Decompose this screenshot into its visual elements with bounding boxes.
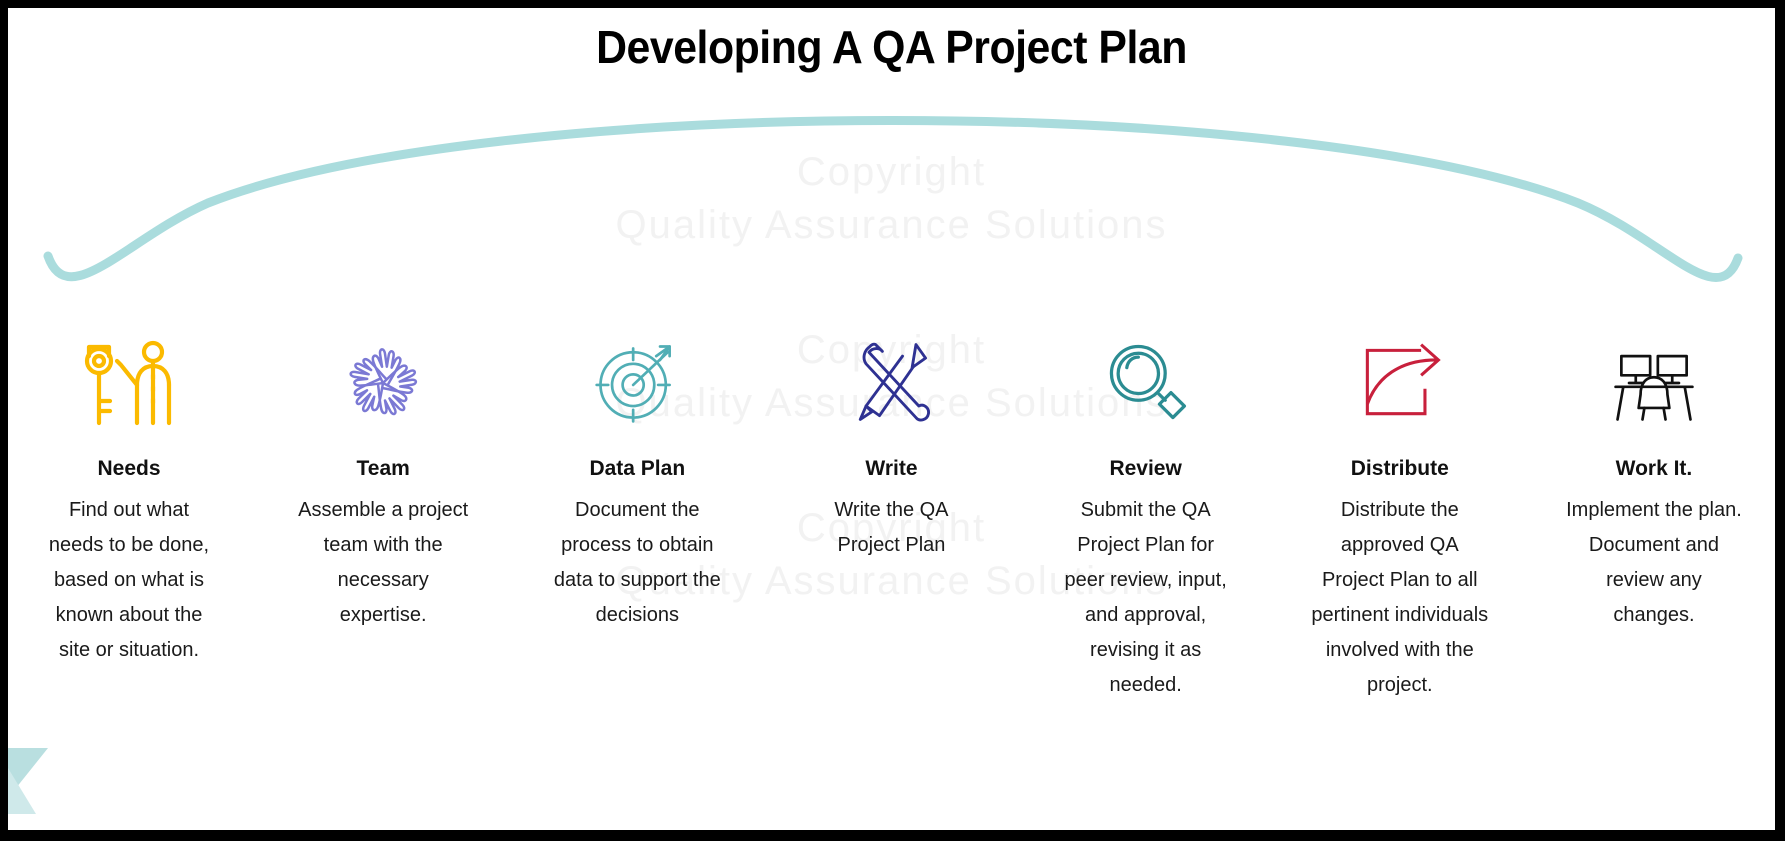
slide-canvas: Copyright Quality Assurance Solutions Co…: [8, 8, 1775, 830]
teamwork-hands-icon: [328, 333, 438, 433]
slide-title: Developing A QA Project Plan: [596, 21, 1187, 73]
step-body: Assemble a project team with the necessa…: [298, 499, 469, 627]
watermark-text: Quality Assurance Solutions: [615, 203, 1168, 247]
step-column-distribute: Distribute Distribute the approved QA Pr…: [1305, 333, 1495, 703]
step-body: Document the process to obtain data to s…: [553, 499, 721, 627]
step-column-write: Write Write the QA Project Plan: [796, 333, 986, 563]
wrench-and-pencil-icon: [836, 333, 946, 433]
step-body: Distribute the approved QA Project Plan …: [1311, 499, 1489, 697]
corner-accent-triangle-2: [8, 768, 36, 814]
magnifying-glass-icon: [1091, 333, 1201, 433]
corner-accent-triangle: [8, 748, 48, 798]
step-title: Needs: [97, 457, 161, 480]
target-arrow-icon: [582, 333, 692, 433]
step-title: Review: [1109, 457, 1182, 480]
workstation-desk-icon: [1599, 333, 1709, 433]
step-body: Write the QA Project Plan: [834, 499, 949, 557]
step-column-work-it: Work It. Implement the plan. Document an…: [1559, 333, 1749, 633]
slide-frame: Copyright Quality Assurance Solutions Co…: [0, 0, 1785, 841]
step-column-data-plan: Data Plan Document the process to obtain…: [542, 333, 732, 633]
step-body: Implement the plan. Document and review …: [1566, 499, 1742, 627]
step-column-review: Review Submit the QA Project Plan for pe…: [1051, 333, 1241, 703]
step-column-needs: Needs Find out what needs to be done, ba…: [34, 333, 224, 668]
step-body: Find out what needs to be done, based on…: [48, 499, 210, 662]
watermark-text: Copyright: [796, 150, 987, 194]
key-and-person-icon: [74, 333, 184, 433]
step-title: Team: [356, 457, 410, 480]
step-body: Submit the QA Project Plan for peer revi…: [1064, 499, 1227, 697]
step-title: Work It.: [1615, 457, 1693, 480]
step-title: Write: [865, 457, 918, 480]
share-export-arrow-icon: [1345, 333, 1455, 433]
step-title: Data Plan: [589, 457, 686, 480]
step-title: Distribute: [1350, 457, 1449, 480]
step-column-team: Team Assemble a project team with the ne…: [288, 333, 478, 633]
steps-row: Needs Find out what needs to be done, ba…: [34, 333, 1749, 703]
arc-path: [43, 116, 1743, 283]
